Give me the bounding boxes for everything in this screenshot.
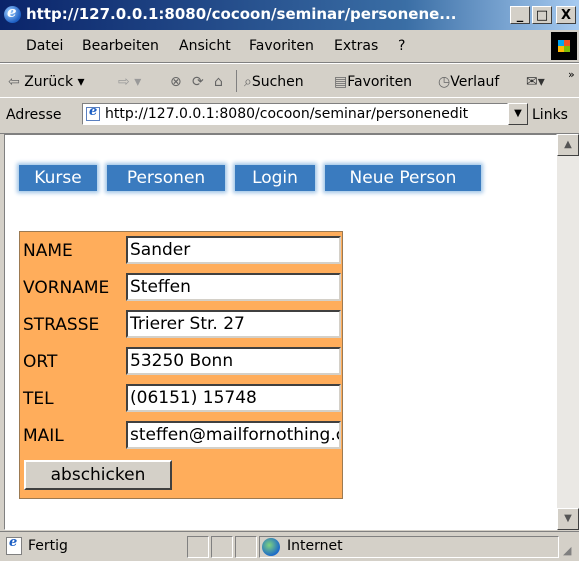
status-text: Fertig bbox=[28, 538, 68, 554]
menu-bearbeiten[interactable]: Bearbeiten bbox=[82, 38, 159, 54]
menu-bar: Datei Bearbeiten Ansicht Favoriten Extra… bbox=[0, 30, 579, 63]
scroll-up-button[interactable]: ▲ bbox=[557, 134, 579, 156]
toolbar-divider bbox=[236, 70, 237, 92]
ort-label: ORT bbox=[23, 352, 58, 372]
page-status-icon bbox=[6, 535, 22, 555]
address-dropdown-button[interactable]: ▼ bbox=[508, 103, 528, 125]
strasse-label: STRASSE bbox=[23, 315, 100, 335]
ie-app-icon[interactable] bbox=[4, 3, 21, 23]
form-row: STRASSE Trierer Str. 27 bbox=[20, 306, 344, 342]
address-label: Adresse bbox=[6, 107, 62, 123]
address-bar: Adresse http://127.0.0.1:8080/cocoon/sem… bbox=[0, 97, 579, 134]
status-bar: Fertig Internet ◢ bbox=[0, 531, 579, 561]
stop-button[interactable]: ⊗ bbox=[170, 74, 182, 90]
mail-button[interactable]: ✉▾ bbox=[526, 74, 545, 90]
favorites-label: Favoriten bbox=[347, 74, 413, 90]
search-icon: ⌕ bbox=[244, 74, 252, 90]
chevron-up-icon: ▲ bbox=[564, 139, 572, 150]
home-icon: ⌂ bbox=[214, 74, 223, 90]
title-bar: http://127.0.0.1:8080/cocoon/seminar/per… bbox=[0, 0, 579, 30]
windows-logo-icon bbox=[551, 32, 577, 60]
toolbar: ⇦ Zurück ▾ ⇨ ▾ ⊗ ⟳ ⌂ ⌕Suchen ▤Favoriten … bbox=[0, 63, 579, 99]
back-arrow-icon: ⇦ bbox=[8, 74, 20, 90]
favorites-icon: ▤ bbox=[334, 74, 348, 90]
vorname-input[interactable]: Steffen bbox=[126, 273, 341, 301]
nav-personen[interactable]: Personen bbox=[107, 165, 225, 191]
vorname-label: VORNAME bbox=[23, 278, 110, 298]
mail-icon: ✉ bbox=[526, 74, 538, 90]
refresh-button[interactable]: ⟳ bbox=[192, 74, 204, 90]
menu-datei[interactable]: Datei bbox=[26, 38, 63, 54]
form-row: MAIL steffen@mailfornothing.c bbox=[20, 417, 344, 453]
nav-neue-person[interactable]: Neue Person bbox=[325, 165, 481, 191]
person-form: NAME Sander VORNAME Steffen STRASSE Trie… bbox=[19, 231, 343, 499]
resize-grip-icon[interactable]: ◢ bbox=[563, 544, 571, 557]
form-row: TEL (06151) 15748 bbox=[20, 380, 344, 416]
zone-text: Internet bbox=[287, 538, 343, 554]
toolbar-overflow-icon[interactable]: » bbox=[568, 68, 575, 81]
status-cell bbox=[187, 536, 209, 558]
form-row: VORNAME Steffen bbox=[20, 269, 344, 305]
globe-icon bbox=[262, 538, 280, 556]
tel-label: TEL bbox=[23, 389, 54, 409]
menu-ansicht[interactable]: Ansicht bbox=[179, 38, 231, 54]
history-icon: ◷ bbox=[438, 74, 451, 90]
window-title: http://127.0.0.1:8080/cocoon/seminar/per… bbox=[26, 5, 457, 23]
page-icon bbox=[86, 104, 100, 121]
search-button[interactable]: ⌕Suchen bbox=[244, 74, 304, 90]
close-button[interactable]: X bbox=[556, 6, 576, 24]
forward-arrow-icon: ⇨ bbox=[118, 74, 130, 90]
forward-dropdown-icon[interactable]: ▾ bbox=[134, 74, 141, 90]
nav-login[interactable]: Login bbox=[235, 165, 315, 191]
forward-button[interactable]: ⇨ ▾ bbox=[118, 74, 141, 90]
status-cell bbox=[211, 536, 233, 558]
name-input[interactable]: Sander bbox=[126, 236, 341, 264]
favorites-button[interactable]: ▤Favoriten bbox=[334, 74, 412, 90]
mail-dropdown-icon[interactable]: ▾ bbox=[538, 74, 545, 90]
mail-input[interactable]: steffen@mailfornothing.c bbox=[126, 421, 341, 449]
menu-favoriten[interactable]: Favoriten bbox=[249, 38, 314, 54]
submit-button[interactable]: abschicken bbox=[24, 460, 172, 490]
mail-label: MAIL bbox=[23, 426, 64, 446]
minimize-button[interactable]: _ bbox=[510, 6, 530, 24]
links-button[interactable]: Links bbox=[532, 107, 568, 123]
maximize-button[interactable]: □ bbox=[532, 6, 552, 24]
ort-input[interactable]: 53250 Bonn bbox=[126, 347, 341, 375]
form-row: ORT 53250 Bonn bbox=[20, 343, 344, 379]
name-label: NAME bbox=[23, 241, 73, 261]
scroll-down-button[interactable]: ▼ bbox=[557, 508, 579, 530]
form-row: NAME Sander bbox=[20, 232, 344, 268]
page-content: Kurse Personen Login Neue Person NAME Sa… bbox=[4, 134, 557, 530]
nav-kurse[interactable]: Kurse bbox=[19, 165, 97, 191]
history-label: Verlauf bbox=[450, 74, 500, 90]
stop-icon: ⊗ bbox=[170, 74, 182, 90]
status-cell bbox=[235, 536, 257, 558]
menu-extras[interactable]: Extras bbox=[334, 38, 378, 54]
chevron-down-icon: ▼ bbox=[564, 513, 572, 524]
tel-input[interactable]: (06151) 15748 bbox=[126, 384, 341, 412]
home-button[interactable]: ⌂ bbox=[214, 74, 223, 90]
back-dropdown-icon[interactable]: ▾ bbox=[78, 74, 85, 90]
back-button[interactable]: ⇦ Zurück ▾ bbox=[8, 74, 85, 90]
address-url: http://127.0.0.1:8080/cocoon/seminar/per… bbox=[105, 106, 469, 122]
menu-help[interactable]: ? bbox=[398, 38, 405, 54]
address-input[interactable]: http://127.0.0.1:8080/cocoon/seminar/per… bbox=[82, 103, 508, 125]
search-label: Suchen bbox=[251, 74, 304, 90]
chevron-down-icon: ▼ bbox=[514, 108, 522, 119]
refresh-icon: ⟳ bbox=[192, 74, 204, 90]
history-button[interactable]: ◷Verlauf bbox=[438, 74, 499, 90]
strasse-input[interactable]: Trierer Str. 27 bbox=[126, 310, 341, 338]
back-label: Zurück bbox=[24, 74, 74, 90]
vertical-scrollbar[interactable]: ▲ ▼ bbox=[557, 134, 579, 530]
